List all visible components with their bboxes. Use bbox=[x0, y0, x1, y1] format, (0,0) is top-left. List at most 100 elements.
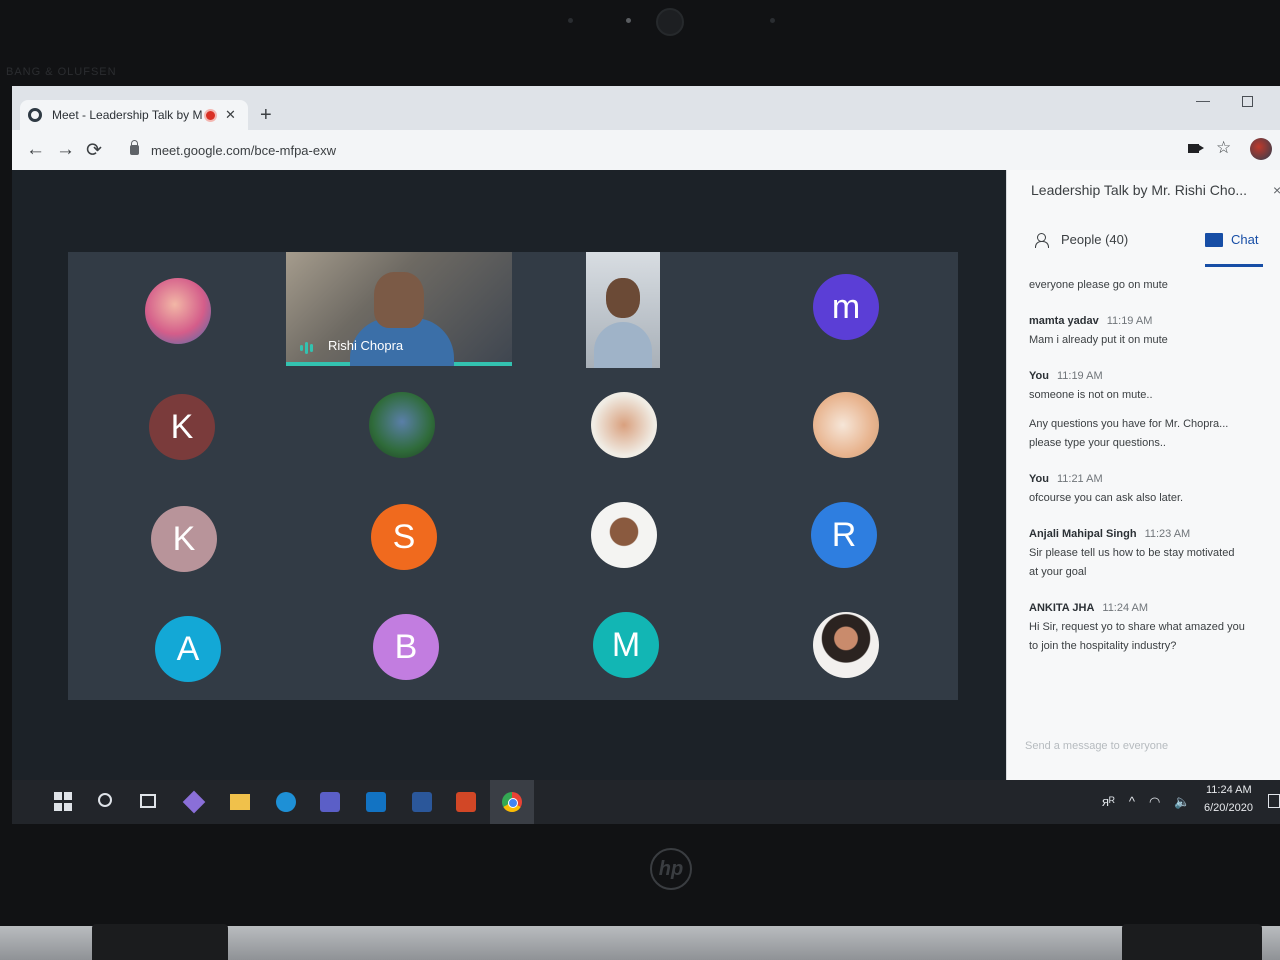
letter-avatar: B bbox=[373, 614, 439, 680]
browser-tab[interactable]: Meet - Leadership Talk by Mr. Rishi Chop… bbox=[20, 100, 248, 130]
chevron-up-icon[interactable]: ^ bbox=[1129, 794, 1135, 810]
windows-start-icon[interactable] bbox=[54, 792, 74, 812]
message-time: 11:23 AM bbox=[1144, 528, 1191, 540]
message-line: to join the hospitality industry? bbox=[1029, 640, 1177, 652]
camera-led bbox=[626, 18, 631, 23]
screen: Meet - Leadership Talk by Mr. Rishi Chop… bbox=[12, 86, 1280, 824]
participant-face bbox=[606, 278, 640, 318]
participant-photo bbox=[145, 278, 211, 344]
lock-icon bbox=[130, 140, 139, 155]
participant-tile[interactable] bbox=[746, 370, 946, 480]
participant-tile[interactable] bbox=[524, 370, 724, 480]
record-dot-icon bbox=[206, 110, 215, 120]
new-tab-button[interactable]: + bbox=[260, 104, 272, 127]
clock-time[interactable]: 11:24 AM bbox=[1206, 784, 1252, 796]
message-line: Mam i already put it on mute bbox=[1029, 334, 1168, 346]
chat-message-list[interactable]: everyone please go on mute mamta yadav 11… bbox=[1029, 276, 1275, 676]
maximize-button[interactable] bbox=[1242, 96, 1253, 107]
notification-icon[interactable] bbox=[1268, 794, 1280, 808]
url-text: meet.google.com/bce-mfpa-exw bbox=[151, 142, 336, 158]
message-sender: Anjali Mahipal Singh bbox=[1029, 528, 1137, 540]
message-header: ANKITA JHA 11:24 AM bbox=[1029, 602, 1275, 614]
message-line: at your goal bbox=[1029, 566, 1087, 578]
clock-date[interactable]: 6/20/2020 bbox=[1204, 802, 1253, 814]
bezel-brand: BANG & OLUFSEN bbox=[6, 66, 117, 78]
participant-tile[interactable]: K bbox=[84, 484, 284, 594]
participant-tile[interactable]: K bbox=[82, 372, 282, 482]
message-line: everyone please go on mute bbox=[1029, 279, 1168, 291]
network-icon[interactable]: ◠ bbox=[1149, 794, 1160, 810]
address-bar[interactable]: meet.google.com/bce-mfpa-exw bbox=[120, 136, 1170, 164]
active-tab-indicator bbox=[1205, 264, 1263, 267]
meet-stage: Rishi Chopra m K K S R A B M bbox=[12, 170, 1006, 780]
participant-tile[interactable]: B bbox=[306, 592, 506, 702]
message-input[interactable]: Send a message to everyone bbox=[1025, 740, 1168, 752]
participant-tile[interactable] bbox=[746, 590, 946, 700]
people-icon bbox=[1035, 232, 1053, 248]
main-speaker-video[interactable]: Rishi Chopra bbox=[286, 252, 512, 366]
participant-tile[interactable]: m bbox=[746, 252, 946, 362]
chat-message: Anjali Mahipal Singh 11:23 AM Sir please … bbox=[1029, 528, 1275, 582]
message-time: 11:21 AM bbox=[1056, 473, 1103, 485]
browser-toolbar: ← → ⟳ meet.google.com/bce-mfpa-exw ☆ bbox=[12, 130, 1280, 170]
volume-icon[interactable]: 🔈 bbox=[1174, 794, 1190, 810]
profile-avatar[interactable] bbox=[1250, 138, 1272, 160]
message-line: Hi Sir, request yo to share what amazed … bbox=[1029, 621, 1245, 633]
hinge-left bbox=[92, 924, 228, 960]
participant-tile[interactable]: M bbox=[526, 590, 726, 700]
reload-button[interactable]: ⟳ bbox=[86, 139, 102, 162]
forward-button[interactable]: → bbox=[56, 139, 75, 161]
participant-photo bbox=[813, 612, 879, 678]
app-icon[interactable] bbox=[182, 790, 206, 814]
meeting-side-panel: Leadership Talk by Mr. Rishi Cho... × Pe… bbox=[1006, 170, 1280, 780]
speaker-name: Rishi Chopra bbox=[328, 338, 404, 353]
sensor-dot bbox=[770, 18, 775, 23]
camera-icon[interactable] bbox=[1188, 144, 1204, 153]
participant-grid: Rishi Chopra m K K S R A B M bbox=[68, 252, 958, 700]
task-view-icon[interactable] bbox=[140, 794, 156, 808]
message-time: 11:24 AM bbox=[1102, 602, 1149, 614]
chat-message: You 11:21 AM ofcourse you can ask also la… bbox=[1029, 473, 1275, 508]
hinge-right bbox=[1122, 924, 1262, 960]
windows-taskbar: ᴙᴿ ^ ◠ 🔈 11:24 AM 6/20/2020 bbox=[12, 780, 1280, 824]
message-line: Sir please tell us how to be stay motiva… bbox=[1029, 547, 1235, 559]
chrome-taskbar-button[interactable] bbox=[490, 780, 534, 824]
chat-message: everyone please go on mute bbox=[1029, 276, 1275, 295]
participant-tile[interactable] bbox=[524, 480, 724, 590]
participant-tile[interactable]: R bbox=[744, 480, 944, 590]
outlook-icon[interactable] bbox=[366, 792, 386, 812]
participant-tile[interactable]: S bbox=[304, 482, 504, 592]
search-icon[interactable] bbox=[98, 793, 112, 807]
people-tab-label: People (40) bbox=[1061, 232, 1129, 247]
message-line: please type your questions.. bbox=[1029, 437, 1166, 449]
word-icon[interactable] bbox=[412, 792, 432, 812]
message-line: someone is not on mute.. bbox=[1029, 389, 1153, 401]
participant-photo bbox=[813, 392, 879, 458]
chat-message: mamta yadav 11:19 AM Mam i already put it… bbox=[1029, 315, 1275, 350]
tab-strip: Meet - Leadership Talk by Mr. Rishi Chop… bbox=[12, 86, 1280, 130]
minimize-button[interactable]: — bbox=[1196, 92, 1210, 108]
chat-icon bbox=[1205, 232, 1223, 247]
people-tray-icon[interactable]: ᴙᴿ bbox=[1102, 794, 1115, 810]
tab-chat[interactable]: Chat bbox=[1205, 232, 1258, 247]
participant-tile[interactable] bbox=[78, 256, 278, 366]
tab-close-button[interactable]: ✕ bbox=[225, 107, 236, 123]
message-time: 11:19 AM bbox=[1056, 370, 1103, 382]
participant-video[interactable] bbox=[586, 252, 660, 368]
panel-close-button[interactable]: × bbox=[1273, 182, 1280, 198]
teams-icon[interactable] bbox=[320, 792, 340, 812]
star-icon[interactable]: ☆ bbox=[1216, 138, 1231, 158]
file-explorer-icon[interactable] bbox=[230, 794, 250, 810]
powerpoint-icon[interactable] bbox=[456, 792, 476, 812]
letter-avatar: A bbox=[155, 616, 221, 682]
message-sender: You bbox=[1029, 473, 1049, 485]
tab-people[interactable]: People (40) bbox=[1035, 232, 1129, 248]
participant-tile[interactable]: A bbox=[88, 594, 288, 704]
participant-photo bbox=[591, 502, 657, 568]
webcam bbox=[656, 8, 684, 36]
message-header: You 11:19 AM bbox=[1029, 370, 1275, 382]
laptop-bezel: BANG & OLUFSEN Meet - Leadership Talk by… bbox=[0, 0, 1280, 960]
skype-icon[interactable] bbox=[276, 792, 296, 812]
participant-tile[interactable] bbox=[302, 370, 502, 480]
back-button[interactable]: ← bbox=[26, 139, 45, 161]
